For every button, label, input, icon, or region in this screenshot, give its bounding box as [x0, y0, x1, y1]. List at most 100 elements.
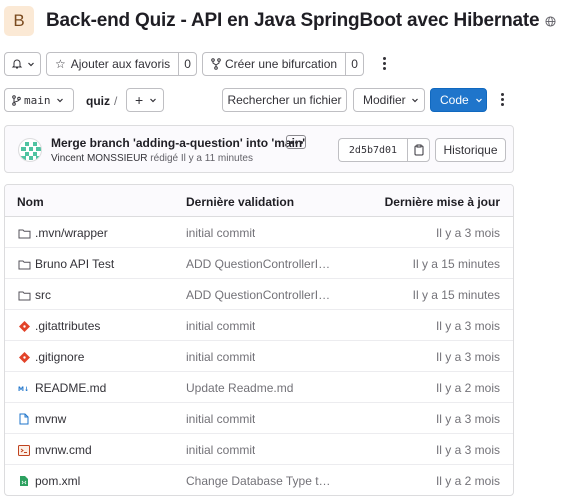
- file-name-cell[interactable]: pom.xml: [17, 474, 80, 488]
- file-name-cell[interactable]: Bruno API Test: [17, 257, 114, 271]
- svg-text:M↓: M↓: [18, 386, 29, 393]
- file-name[interactable]: mvnw.cmd: [35, 443, 92, 457]
- git-icon: [17, 351, 31, 364]
- history-button[interactable]: Historique: [435, 138, 506, 162]
- bell-icon: [11, 59, 23, 69]
- file-last-commit[interactable]: initial commit: [186, 350, 255, 364]
- file-name-cell[interactable]: mvnw: [17, 412, 66, 426]
- expand-commit-description-icon[interactable]: [286, 135, 306, 149]
- favorite-button[interactable]: ☆ Ajouter aux favoris 0: [46, 52, 197, 76]
- table-row[interactable]: mvnw.cmd initial commit Il y a 3 mois: [5, 434, 513, 465]
- author-avatar[interactable]: [18, 138, 42, 162]
- file-name[interactable]: Bruno API Test: [35, 257, 114, 271]
- fork-icon: [211, 58, 221, 70]
- file-last-commit[interactable]: ADD QuestionControllerInte...: [186, 288, 336, 302]
- file-last-update: Il y a 3 mois: [435, 350, 500, 364]
- file-name-cell[interactable]: M↓ README.md: [17, 381, 107, 395]
- git-icon: [17, 320, 31, 333]
- file-last-update: Il y a 2 mois: [435, 381, 500, 395]
- file-name[interactable]: .gitattributes: [35, 319, 100, 333]
- last-commit-box: Merge branch 'adding-a-question' into 'm…: [4, 125, 514, 173]
- notifications-button[interactable]: [4, 52, 41, 76]
- add-file-button[interactable]: +: [126, 88, 164, 112]
- favorite-label: Ajouter aux favoris: [70, 57, 171, 71]
- fork-button[interactable]: Créer une bifurcation 0: [202, 52, 364, 76]
- file-name[interactable]: .mvn/wrapper: [35, 226, 108, 240]
- file-name[interactable]: mvnw: [35, 412, 66, 426]
- table-row[interactable]: .gitignore initial commit Il y a 3 mois: [5, 341, 513, 372]
- project-header: B Back-end Quiz - API en Java SpringBoot…: [4, 6, 579, 36]
- breadcrumb-separator: /: [114, 94, 118, 108]
- clipboard-icon: [414, 144, 423, 156]
- chevron-down-icon: [475, 98, 482, 103]
- table-row[interactable]: pom.xml Change Database Type to H2 Il y a …: [5, 465, 513, 495]
- file-last-commit[interactable]: Change Database Type to H2: [186, 474, 336, 488]
- file-last-update: Il y a 3 mois: [435, 226, 500, 240]
- commit-meta: Vincent MONSSIEUR rédigé Il y a 11 minut…: [51, 153, 253, 164]
- file-name[interactable]: src: [35, 288, 51, 302]
- code-label: Code: [440, 93, 469, 107]
- header-last-update: Dernière mise à jour: [384, 195, 500, 209]
- table-row[interactable]: src ADD QuestionControllerInte... Il y a 1…: [5, 279, 513, 310]
- file-name-cell[interactable]: .gitattributes: [17, 319, 100, 333]
- file-last-commit[interactable]: ADD QuestionControllerInte...: [186, 257, 336, 271]
- chevron-down-icon: [28, 62, 34, 67]
- file-name-cell[interactable]: .gitignore: [17, 350, 84, 364]
- find-file-label: Rechercher un fichier: [227, 93, 342, 107]
- file-last-commit[interactable]: Update Readme.md: [186, 381, 293, 395]
- fork-count[interactable]: 0: [345, 53, 363, 75]
- copy-sha-button[interactable]: [407, 138, 430, 162]
- star-icon: ☆: [55, 57, 66, 71]
- table-row[interactable]: Bruno API Test ADD QuestionControllerInte…: [5, 248, 513, 279]
- file-name[interactable]: README.md: [35, 381, 106, 395]
- terminal-icon: [17, 444, 31, 457]
- chevron-down-icon: [150, 98, 157, 103]
- header-last-commit: Dernière validation: [186, 195, 295, 209]
- more-repo-actions-icon[interactable]: [501, 93, 505, 108]
- table-row[interactable]: .mvn/wrapper initial commit Il y a 3 mois: [5, 217, 513, 248]
- project-title: Back-end Quiz - API en Java SpringBoot a…: [46, 10, 540, 31]
- favorite-count[interactable]: 0: [178, 53, 196, 75]
- xml-file-icon: [17, 475, 31, 488]
- commit-sha[interactable]: 2d5b7d01: [338, 138, 407, 162]
- markdown-icon: M↓: [17, 382, 31, 395]
- file-name[interactable]: pom.xml: [35, 474, 80, 488]
- file-last-commit[interactable]: initial commit: [186, 226, 255, 240]
- file-name-cell[interactable]: src: [17, 288, 51, 302]
- more-actions-icon[interactable]: [383, 57, 387, 72]
- header-name: Nom: [17, 195, 44, 209]
- project-avatar[interactable]: B: [4, 6, 34, 36]
- file-last-commit[interactable]: initial commit: [186, 412, 255, 426]
- file-table: Nom Dernière validation Dernière mise à …: [4, 184, 514, 496]
- folder-icon: [17, 227, 31, 240]
- commit-message[interactable]: Merge branch 'adding-a-question' into 'm…: [51, 136, 305, 150]
- table-row[interactable]: .gitattributes initial commit Il y a 3 moi…: [5, 310, 513, 341]
- branch-icon: [12, 94, 21, 106]
- edit-dropdown[interactable]: Modifier: [353, 88, 425, 112]
- chevron-down-icon: [56, 98, 63, 103]
- commit-author[interactable]: Vincent MONSSIEUR: [51, 153, 148, 164]
- chevron-down-icon: [411, 98, 418, 103]
- file-last-commit[interactable]: initial commit: [186, 319, 255, 333]
- table-row[interactable]: mvnw initial commit Il y a 3 mois: [5, 403, 513, 434]
- folder-icon: [17, 258, 31, 271]
- file-name-cell[interactable]: mvnw.cmd: [17, 443, 92, 457]
- file-last-commit[interactable]: initial commit: [186, 443, 255, 457]
- breadcrumb-path[interactable]: quiz: [86, 94, 110, 108]
- file-last-update: Il y a 15 minutes: [412, 257, 500, 271]
- file-last-update: Il y a 3 mois: [435, 443, 500, 457]
- file-name-cell[interactable]: .mvn/wrapper: [17, 226, 108, 240]
- branch-selector[interactable]: main: [4, 88, 74, 112]
- branch-name: main: [24, 93, 51, 107]
- table-row[interactable]: M↓ README.md Update Readme.md Il y a 2 mois: [5, 372, 513, 403]
- find-file-button[interactable]: Rechercher un fichier: [222, 88, 347, 112]
- file-last-update: Il y a 3 mois: [435, 319, 500, 333]
- code-dropdown[interactable]: Code: [430, 88, 487, 112]
- file-name[interactable]: .gitignore: [35, 350, 84, 364]
- commit-time: rédigé Il y a 11 minutes: [150, 153, 253, 164]
- file-last-update: Il y a 15 minutes: [412, 288, 500, 302]
- table-header: Nom Dernière validation Dernière mise à …: [5, 185, 513, 217]
- file-icon: [17, 413, 31, 426]
- file-last-update: Il y a 3 mois: [435, 412, 500, 426]
- globe-icon: [545, 15, 556, 27]
